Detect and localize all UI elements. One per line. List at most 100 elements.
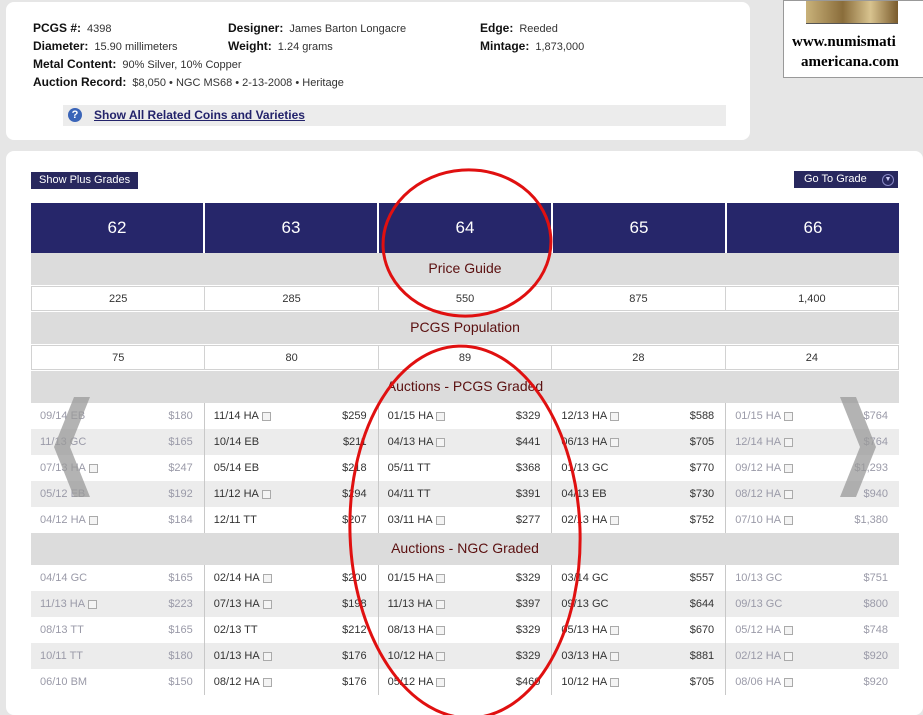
auction-date-source[interactable]: 08/13 HA bbox=[388, 624, 446, 636]
auction-cell[interactable]: 04/14 GC $165 bbox=[31, 565, 205, 591]
auction-cell[interactable]: 05/11 TT $368 bbox=[378, 455, 553, 481]
auction-date-source[interactable]: 02/12 HA bbox=[735, 650, 794, 662]
auction-date-source[interactable]: 10/11 TT bbox=[40, 650, 83, 662]
external-link-icon[interactable] bbox=[262, 677, 272, 687]
auction-cell[interactable]: 11/13 HA $223 bbox=[31, 591, 205, 617]
external-link-icon[interactable] bbox=[610, 411, 620, 421]
auction-cell[interactable]: 10/14 EB $211 bbox=[204, 429, 379, 455]
auction-cell[interactable]: 02/14 HA $200 bbox=[204, 565, 379, 591]
auction-cell[interactable]: 09/13 GC $800 bbox=[726, 591, 899, 617]
auction-cell[interactable]: 03/11 HA $277 bbox=[378, 507, 553, 533]
auction-date-source[interactable]: 03/13 HA bbox=[561, 650, 620, 662]
auction-date-source[interactable]: 08/06 HA bbox=[735, 676, 794, 688]
auction-date-source[interactable]: 09/12 HA bbox=[735, 462, 794, 474]
auction-cell[interactable]: 05/12 HA $460 bbox=[378, 669, 553, 695]
auction-date-source[interactable]: 08/12 HA bbox=[735, 488, 794, 500]
auction-cell[interactable]: 02/13 HA $752 bbox=[552, 507, 727, 533]
auction-date-source[interactable]: 05/12 HA bbox=[735, 624, 794, 636]
grade-header[interactable]: 64 bbox=[379, 203, 553, 253]
auction-cell[interactable]: 02/12 HA $920 bbox=[726, 643, 899, 669]
auction-date-source[interactable]: 05/13 HA bbox=[561, 624, 620, 636]
auction-date-source[interactable]: 07/13 HA bbox=[214, 598, 272, 610]
grade-header[interactable]: 63 bbox=[205, 203, 379, 253]
external-link-icon[interactable] bbox=[610, 651, 620, 661]
auction-cell[interactable]: 01/15 HA $329 bbox=[378, 403, 553, 429]
external-link-icon[interactable] bbox=[436, 651, 446, 661]
auction-cell[interactable]: 10/12 HA $329 bbox=[378, 643, 553, 669]
auction-cell[interactable]: 03/13 HA $881 bbox=[552, 643, 727, 669]
auction-cell[interactable]: 03/14 GC $557 bbox=[552, 565, 727, 591]
auction-cell[interactable]: 04/12 HA $184 bbox=[31, 507, 205, 533]
external-link-icon[interactable] bbox=[436, 677, 446, 687]
auction-date-source[interactable]: 06/10 BM bbox=[40, 676, 87, 688]
auction-cell[interactable]: 02/13 TT $212 bbox=[204, 617, 379, 643]
auction-date-source[interactable]: 09/13 GC bbox=[735, 598, 782, 610]
auction-cell[interactable]: 05/12 HA $748 bbox=[726, 617, 899, 643]
external-link-icon[interactable] bbox=[610, 437, 620, 447]
auction-cell[interactable]: 10/13 GC $751 bbox=[726, 565, 899, 591]
auction-cell[interactable]: 08/12 HA $176 bbox=[204, 669, 379, 695]
external-link-icon[interactable] bbox=[610, 625, 620, 635]
external-link-icon[interactable] bbox=[436, 573, 446, 583]
auction-date-source[interactable]: 11/13 HA bbox=[40, 598, 98, 610]
external-link-icon[interactable] bbox=[610, 677, 620, 687]
auction-date-source[interactable]: 10/12 HA bbox=[388, 650, 446, 662]
external-link-icon[interactable] bbox=[261, 489, 271, 499]
auction-date-source[interactable]: 03/11 HA bbox=[388, 514, 445, 526]
auction-date-source[interactable]: 10/12 HA bbox=[561, 676, 620, 688]
show-plus-grades-button[interactable]: Show Plus Grades bbox=[31, 172, 139, 189]
auction-cell[interactable]: 04/13 HA $441 bbox=[378, 429, 553, 455]
numismatic-americana-ad[interactable]: www.numismati americana.com bbox=[783, 0, 923, 78]
external-link-icon[interactable] bbox=[436, 411, 446, 421]
auction-date-source[interactable]: 12/11 TT bbox=[214, 514, 257, 526]
grade-header[interactable]: 62 bbox=[31, 203, 205, 253]
external-link-icon[interactable] bbox=[435, 599, 445, 609]
external-link-icon[interactable] bbox=[784, 651, 794, 661]
auction-date-source[interactable]: 02/13 TT bbox=[214, 624, 258, 636]
auction-date-source[interactable]: 01/15 HA bbox=[388, 410, 446, 422]
auction-cell[interactable]: 01/13 HA $176 bbox=[204, 643, 379, 669]
auction-date-source[interactable]: 05/11 TT bbox=[388, 462, 431, 474]
auction-date-source[interactable]: 07/10 HA bbox=[735, 514, 794, 526]
auction-cell[interactable]: 06/10 BM $150 bbox=[31, 669, 205, 695]
auction-date-source[interactable]: 05/14 EB bbox=[214, 462, 259, 474]
external-link-icon[interactable] bbox=[436, 625, 446, 635]
auction-cell[interactable]: 07/13 HA $198 bbox=[204, 591, 379, 617]
auction-cell[interactable]: 08/06 HA $920 bbox=[726, 669, 899, 695]
auction-date-source[interactable]: 02/13 HA bbox=[561, 514, 620, 526]
help-icon[interactable]: ? bbox=[68, 108, 82, 122]
auction-date-source[interactable]: 02/14 HA bbox=[214, 572, 272, 584]
auction-cell[interactable]: 09/13 GC $644 bbox=[552, 591, 727, 617]
auction-date-source[interactable]: 03/14 GC bbox=[561, 572, 608, 584]
auction-date-source[interactable]: 04/13 HA bbox=[388, 436, 446, 448]
grade-header[interactable]: 65 bbox=[553, 203, 727, 253]
external-link-icon[interactable] bbox=[784, 463, 794, 473]
external-link-icon[interactable] bbox=[784, 515, 794, 525]
next-grades-arrow-icon[interactable] bbox=[836, 397, 876, 497]
auction-date-source[interactable]: 10/13 GC bbox=[735, 572, 782, 584]
auction-date-source[interactable]: 08/13 TT bbox=[40, 624, 84, 636]
external-link-icon[interactable] bbox=[262, 573, 272, 583]
auction-date-source[interactable]: 11/14 HA bbox=[214, 410, 271, 422]
auction-cell[interactable]: 01/13 GC $770 bbox=[552, 455, 727, 481]
external-link-icon[interactable] bbox=[262, 599, 272, 609]
external-link-icon[interactable] bbox=[610, 515, 620, 525]
auction-cell[interactable]: 07/10 HA $1,380 bbox=[726, 507, 899, 533]
auction-date-source[interactable]: 11/12 HA bbox=[214, 488, 271, 500]
external-link-icon[interactable] bbox=[262, 651, 272, 661]
auction-cell[interactable]: 11/14 HA $259 bbox=[204, 403, 379, 429]
auction-date-source[interactable]: 06/13 HA bbox=[561, 436, 620, 448]
external-link-icon[interactable] bbox=[784, 489, 794, 499]
auction-date-source[interactable]: 01/15 HA bbox=[735, 410, 794, 422]
auction-cell[interactable]: 05/14 EB $218 bbox=[204, 455, 379, 481]
auction-date-source[interactable]: 01/15 HA bbox=[388, 572, 446, 584]
show-related-coins-link[interactable]: Show All Related Coins and Varieties bbox=[94, 108, 305, 122]
auction-date-source[interactable]: 11/13 HA bbox=[388, 598, 445, 610]
auction-date-source[interactable]: 09/13 GC bbox=[561, 598, 608, 610]
auction-date-source[interactable]: 04/14 GC bbox=[40, 572, 87, 584]
auction-date-source[interactable]: 10/14 EB bbox=[214, 436, 259, 448]
auction-cell[interactable]: 08/13 TT $165 bbox=[31, 617, 205, 643]
auction-date-source[interactable]: 12/13 HA bbox=[561, 410, 620, 422]
auction-cell[interactable]: 08/13 HA $329 bbox=[378, 617, 553, 643]
external-link-icon[interactable] bbox=[261, 411, 271, 421]
